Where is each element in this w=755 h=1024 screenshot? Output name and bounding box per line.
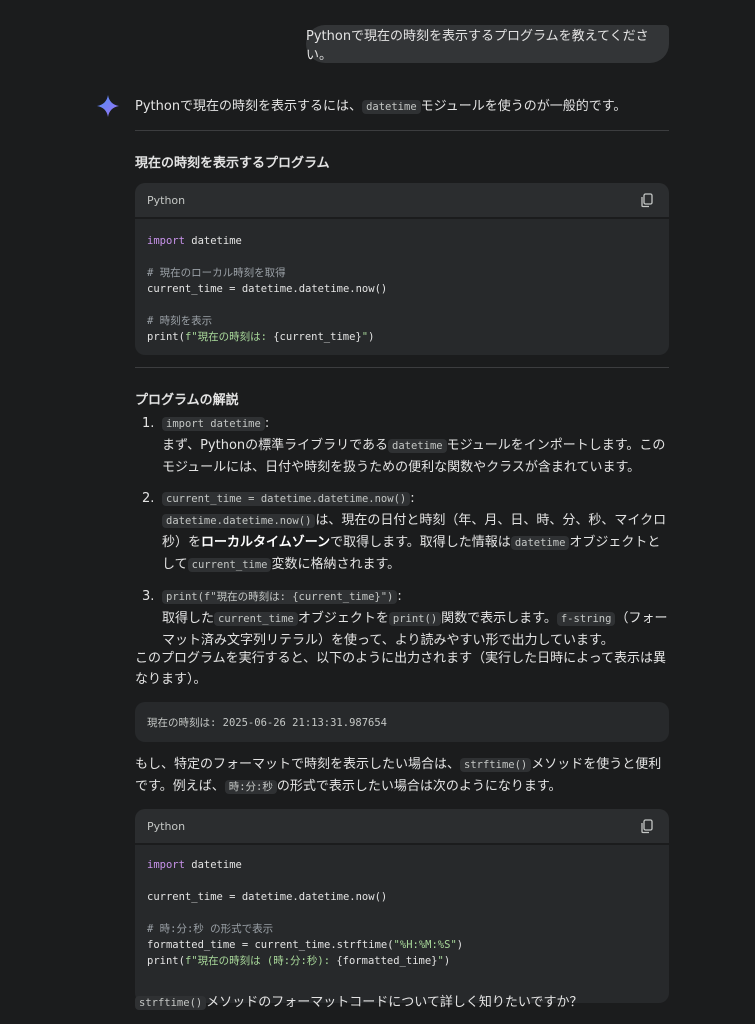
code-string: "%H:%M:%S" <box>393 939 457 951</box>
closing-text: メソッドのフォーマットコードについて詳しく知りたいですか？ <box>206 995 583 1010</box>
code-text: formatted_time = current_time.strftime( <box>147 939 394 951</box>
section-heading: 現在の時刻を表示するプログラム <box>135 156 330 171</box>
user-message-text: Pythonで現在の時刻を表示するプログラムを教えてください。 <box>306 29 649 63</box>
divider <box>135 130 669 131</box>
list-item: 3. print(f"現在の時刻は: {current_time}"): 取得し… <box>135 586 669 651</box>
copy-icon[interactable] <box>639 818 655 834</box>
code-text: ) <box>443 955 451 967</box>
inline-code: datetime <box>510 536 570 550</box>
output-sample-block: 現在の時刻は: 2025-06-26 21:13:31.987654 <box>135 702 669 742</box>
code-text: print( <box>147 331 185 343</box>
code-keyword: import <box>147 859 185 871</box>
list-item: 2. current_time = datetime.datetime.now(… <box>135 488 669 576</box>
inline-code: strftime() <box>135 996 207 1010</box>
response-intro: Pythonで現在の時刻を表示するには、 datetime モジュールを使うのが一般… <box>135 96 669 118</box>
code-text: ) <box>456 939 464 951</box>
intro-text: Pythonで現在の時刻を表示するには、 <box>135 99 363 114</box>
inline-code: import datetime <box>162 417 265 431</box>
inline-code: print(f"現在の時刻は: {current_time}") <box>162 590 398 604</box>
paragraph-text: もし、特定のフォーマットで時刻を表示したい場合は、 <box>135 757 461 772</box>
code-string: f"現在の時刻は (時:分:秒): <box>184 955 337 967</box>
bold-text: ローカルタイムゾーン <box>201 535 331 550</box>
user-message: Pythonで現在の時刻を表示するプログラムを教えてください。 <box>306 25 669 63</box>
list-text: 取得した <box>162 611 215 626</box>
list-number: 2. <box>142 491 155 506</box>
explanation-list: 1. import datetime: まず、Pythonの標準ライブラリである… <box>135 413 669 651</box>
gemini-sparkle-icon <box>97 95 119 117</box>
list-text: オブジェクトを <box>297 611 389 626</box>
divider <box>135 367 669 368</box>
strftime-description: もし、特定のフォーマットで時刻を表示したい場合は、 strftime() メソッドを… <box>135 754 669 798</box>
code-language-label: Python <box>147 819 186 833</box>
list-text: : <box>410 491 415 506</box>
code-text: datetime <box>184 859 242 871</box>
output-sample-text: 現在の時刻は: 2025-06-26 21:13:31.987654 <box>147 716 388 729</box>
list-number: 3. <box>142 589 155 604</box>
list-text: 変数に格納されます。 <box>271 557 401 572</box>
list-text: で取得します。取得した情報は <box>330 535 511 550</box>
code-text: ) <box>368 331 375 343</box>
code-block-header: Python <box>135 809 669 845</box>
code-block: Python import datetime current_time = da… <box>135 809 669 1003</box>
inline-code: 時:分:秒 <box>224 780 277 794</box>
list-item: 1. import datetime: まず、Pythonの標準ライブラリである… <box>135 413 669 478</box>
code-comment: # 時:分:秒 の形式で表示 <box>147 923 274 935</box>
run-description: このプログラムを実行すると、以下のように出力されます（実行した日時によって表示は… <box>135 651 667 687</box>
code-content: import datetime # 現在のローカル時刻を取得 current_t… <box>135 219 669 355</box>
code-block-header: Python <box>135 183 669 219</box>
code-block: Python import datetime # 現在のローカル時刻を取得 cu… <box>135 183 669 355</box>
code-keyword: import <box>147 235 185 247</box>
code-content: import datetime current_time = datetime.… <box>135 845 669 1003</box>
paragraph-text: の形式で表示したい場合は次のようになります。 <box>276 779 562 794</box>
list-text: : <box>264 416 270 431</box>
code-string: f"現在の時刻は: <box>184 331 274 343</box>
code-text: print( <box>147 955 185 967</box>
copy-icon[interactable] <box>639 192 655 208</box>
inline-code: current_time = datetime.datetime.now() <box>162 492 411 506</box>
code-language-label: Python <box>147 193 186 207</box>
code-text: current_time = datetime.datetime.now() <box>147 891 388 903</box>
inline-code: current_time <box>187 558 272 572</box>
list-text: まず、Pythonの標準ライブラリである <box>162 438 389 453</box>
list-number: 1. <box>142 416 155 431</box>
code-comment: # 時刻を表示 <box>147 315 213 327</box>
inline-code: print() <box>388 612 442 626</box>
list-text: : <box>397 589 402 604</box>
inline-code: datetime.datetime.now() <box>162 514 316 528</box>
code-text: datetime <box>184 235 242 247</box>
code-text: current_time = datetime.datetime.now() <box>147 283 388 295</box>
inline-code: f-string <box>556 612 616 626</box>
intro-text-end: モジュールを使うのが一般的です。 <box>420 99 627 114</box>
section-heading: プログラムの解説 <box>135 393 239 408</box>
code-text: {formatted_time} <box>336 955 438 967</box>
code-text: {current_time} <box>273 331 362 343</box>
list-text: 関数で表示します。 <box>441 611 557 626</box>
closing-question: strftime() メソッドのフォーマットコードについて詳しく知りたいですか？ <box>135 992 669 1014</box>
inline-code: current_time <box>214 612 298 626</box>
inline-code: datetime <box>388 439 447 453</box>
code-comment: # 現在のローカル時刻を取得 <box>147 267 286 279</box>
inline-code: datetime <box>362 100 421 114</box>
inline-code: strftime() <box>460 758 532 772</box>
